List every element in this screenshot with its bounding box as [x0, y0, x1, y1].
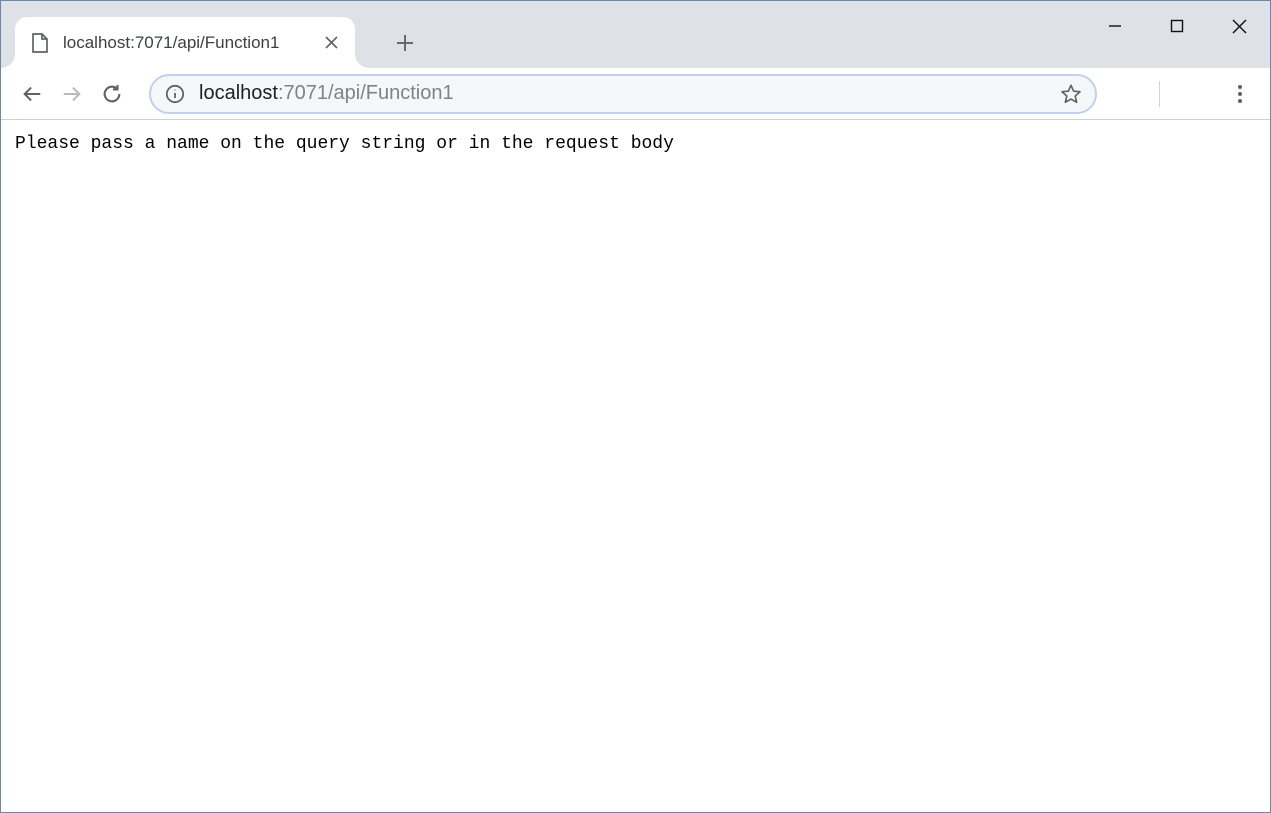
browser-menu-button[interactable]: [1220, 74, 1260, 114]
url-rest: :7071/api/Function1: [278, 82, 454, 104]
url-host: localhost: [199, 82, 278, 104]
browser-tab-strip: localhost:7071/api/Function1: [1, 1, 1270, 68]
window-close-button[interactable]: [1208, 1, 1270, 51]
new-tab-button[interactable]: [389, 27, 421, 59]
site-info-icon[interactable]: [165, 84, 185, 104]
address-bar[interactable]: localhost:7071/api/Function1: [149, 74, 1097, 114]
page-body-text: Please pass a name on the query string o…: [1, 120, 1270, 168]
window-maximize-button[interactable]: [1146, 1, 1208, 51]
back-button[interactable]: [15, 77, 49, 111]
forward-button[interactable]: [55, 77, 89, 111]
bookmark-star-button[interactable]: [1057, 80, 1085, 108]
toolbar-divider: [1159, 81, 1160, 107]
file-icon: [31, 33, 49, 53]
browser-tab-active[interactable]: localhost:7071/api/Function1: [15, 17, 355, 68]
tab-title: localhost:7071/api/Function1: [63, 33, 311, 53]
close-tab-button[interactable]: [321, 33, 341, 53]
browser-toolbar: localhost:7071/api/Function1: [1, 68, 1270, 120]
window-minimize-button[interactable]: [1084, 1, 1146, 51]
reload-button[interactable]: [95, 77, 129, 111]
url-text: localhost:7071/api/Function1: [199, 82, 1057, 105]
window-controls: [1084, 1, 1270, 51]
